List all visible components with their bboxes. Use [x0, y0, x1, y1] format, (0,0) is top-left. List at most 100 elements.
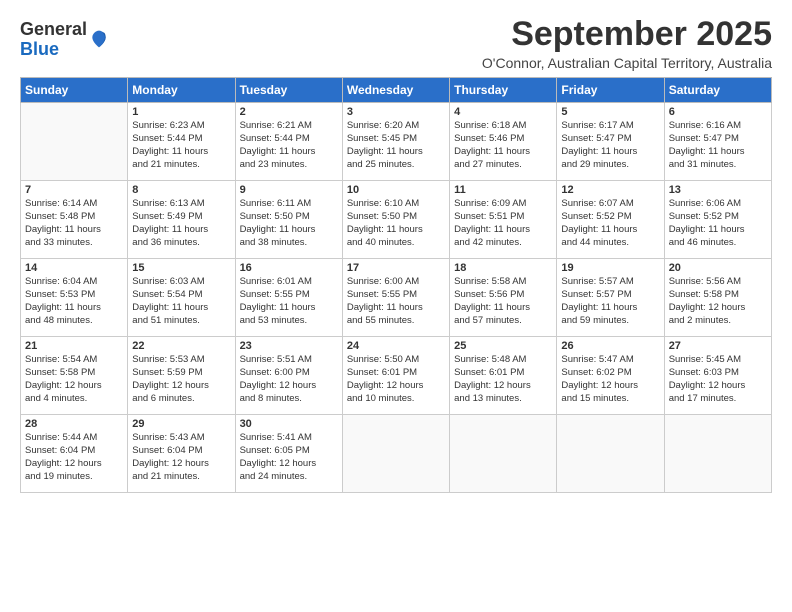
day-number: 23 — [240, 340, 338, 352]
day-number: 10 — [347, 184, 445, 196]
day-number: 17 — [347, 262, 445, 274]
cell-info: Sunrise: 5:53 AMSunset: 5:59 PMDaylight:… — [132, 354, 230, 405]
title-block: September 2025 O'Connor, Australian Capi… — [482, 16, 772, 71]
day-number: 30 — [240, 418, 338, 430]
day-number: 13 — [669, 184, 767, 196]
table-row: 13 Sunrise: 6:06 AMSunset: 5:52 PMDayligh… — [664, 181, 771, 259]
calendar: Sunday Monday Tuesday Wednesday Thursday… — [20, 77, 772, 493]
table-row: 19 Sunrise: 5:57 AMSunset: 5:57 PMDayligh… — [557, 259, 664, 337]
day-number: 20 — [669, 262, 767, 274]
table-row: 14 Sunrise: 6:04 AMSunset: 5:53 PMDayligh… — [21, 259, 128, 337]
day-number: 22 — [132, 340, 230, 352]
cell-info: Sunrise: 5:43 AMSunset: 6:04 PMDaylight:… — [132, 432, 230, 483]
table-row: 17Sunrise: 6:00 AMSunset: 5:55 PMDayligh… — [342, 259, 449, 337]
table-row: 10 Sunrise: 6:10 AMSunset: 5:50 PMDayligh… — [342, 181, 449, 259]
cell-info: Sunrise: 5:47 AMSunset: 6:02 PMDaylight:… — [561, 354, 659, 405]
table-row: 26Sunrise: 5:47 AMSunset: 6:02 PMDayligh… — [557, 337, 664, 415]
day-number: 4 — [454, 106, 552, 118]
cell-info: Sunrise: 6:11 AMSunset: 5:50 PMDaylight:… — [240, 198, 338, 249]
cell-info: Sunrise: 6:04 AMSunset: 5:53 PMDaylight:… — [25, 276, 123, 327]
cell-info: Sunrise: 5:58 AMSunset: 5:56 PMDaylight:… — [454, 276, 552, 327]
cell-info: Sunrise: 5:56 AMSunset: 5:58 PMDaylight:… — [669, 276, 767, 327]
table-row: 28Sunrise: 5:44 AMSunset: 6:04 PMDayligh… — [21, 415, 128, 493]
subtitle: O'Connor, Australian Capital Territory, … — [482, 55, 772, 71]
table-row: 15 Sunrise: 6:03 AMSunset: 5:54 PMDayligh… — [128, 259, 235, 337]
table-row — [21, 103, 128, 181]
table-row: 9 Sunrise: 6:11 AMSunset: 5:50 PMDaylight… — [235, 181, 342, 259]
col-thursday: Thursday — [450, 78, 557, 103]
table-row: 21Sunrise: 5:54 AMSunset: 5:58 PMDayligh… — [21, 337, 128, 415]
table-row: 25Sunrise: 5:48 AMSunset: 6:01 PMDayligh… — [450, 337, 557, 415]
col-sunday: Sunday — [21, 78, 128, 103]
table-row — [664, 415, 771, 493]
cell-info: Sunrise: 5:57 AMSunset: 5:57 PMDaylight:… — [561, 276, 659, 327]
day-number: 5 — [561, 106, 659, 118]
cell-info: Sunrise: 6:21 AMSunset: 5:44 PMDaylight:… — [240, 120, 338, 171]
cell-info: Sunrise: 6:10 AMSunset: 5:50 PMDaylight:… — [347, 198, 445, 249]
day-number: 11 — [454, 184, 552, 196]
cell-info: Sunrise: 6:23 AMSunset: 5:44 PMDaylight:… — [132, 120, 230, 171]
day-number: 19 — [561, 262, 659, 274]
day-number: 24 — [347, 340, 445, 352]
header: General Blue September 2025 O'Connor, Au… — [20, 16, 772, 71]
logo-icon — [89, 29, 109, 49]
logo-blue: Blue — [20, 39, 59, 59]
day-number: 25 — [454, 340, 552, 352]
logo-general: General — [20, 19, 87, 39]
calendar-week-row: 1 Sunrise: 6:23 AMSunset: 5:44 PMDaylight… — [21, 103, 772, 181]
table-row: 24Sunrise: 5:50 AMSunset: 6:01 PMDayligh… — [342, 337, 449, 415]
table-row: 18 Sunrise: 5:58 AMSunset: 5:56 PMDayligh… — [450, 259, 557, 337]
col-tuesday: Tuesday — [235, 78, 342, 103]
table-row: 16 Sunrise: 6:01 AMSunset: 5:55 PMDayligh… — [235, 259, 342, 337]
day-number: 18 — [454, 262, 552, 274]
cell-info: Sunrise: 6:03 AMSunset: 5:54 PMDaylight:… — [132, 276, 230, 327]
cell-info: Sunrise: 6:13 AMSunset: 5:49 PMDaylight:… — [132, 198, 230, 249]
cell-info: Sunrise: 6:09 AMSunset: 5:51 PMDaylight:… — [454, 198, 552, 249]
month-title: September 2025 — [482, 16, 772, 53]
table-row — [342, 415, 449, 493]
table-row: 4Sunrise: 6:18 AMSunset: 5:46 PMDaylight… — [450, 103, 557, 181]
page: General Blue September 2025 O'Connor, Au… — [0, 0, 792, 612]
col-friday: Friday — [557, 78, 664, 103]
day-number: 16 — [240, 262, 338, 274]
col-saturday: Saturday — [664, 78, 771, 103]
day-number: 6 — [669, 106, 767, 118]
day-number: 8 — [132, 184, 230, 196]
day-number: 29 — [132, 418, 230, 430]
day-number: 7 — [25, 184, 123, 196]
cell-info: Sunrise: 5:45 AMSunset: 6:03 PMDaylight:… — [669, 354, 767, 405]
table-row: 1 Sunrise: 6:23 AMSunset: 5:44 PMDaylight… — [128, 103, 235, 181]
table-row: 29 Sunrise: 5:43 AMSunset: 6:04 PMDayligh… — [128, 415, 235, 493]
cell-info: Sunrise: 6:20 AMSunset: 5:45 PMDaylight:… — [347, 120, 445, 171]
calendar-header-row: Sunday Monday Tuesday Wednesday Thursday… — [21, 78, 772, 103]
calendar-week-row: 7Sunrise: 6:14 AMSunset: 5:48 PMDaylight… — [21, 181, 772, 259]
table-row: 30 Sunrise: 5:41 AMSunset: 6:05 PMDayligh… — [235, 415, 342, 493]
table-row: 11 Sunrise: 6:09 AMSunset: 5:51 PMDayligh… — [450, 181, 557, 259]
calendar-week-row: 14 Sunrise: 6:04 AMSunset: 5:53 PMDayligh… — [21, 259, 772, 337]
table-row: 5Sunrise: 6:17 AMSunset: 5:47 PMDaylight… — [557, 103, 664, 181]
table-row: 23Sunrise: 5:51 AMSunset: 6:00 PMDayligh… — [235, 337, 342, 415]
day-number: 15 — [132, 262, 230, 274]
day-number: 9 — [240, 184, 338, 196]
col-monday: Monday — [128, 78, 235, 103]
day-number: 2 — [240, 106, 338, 118]
cell-info: Sunrise: 5:44 AMSunset: 6:04 PMDaylight:… — [25, 432, 123, 483]
cell-info: Sunrise: 6:06 AMSunset: 5:52 PMDaylight:… — [669, 198, 767, 249]
cell-info: Sunrise: 5:41 AMSunset: 6:05 PMDaylight:… — [240, 432, 338, 483]
logo-text: General Blue — [20, 20, 87, 60]
cell-info: Sunrise: 6:07 AMSunset: 5:52 PMDaylight:… — [561, 198, 659, 249]
day-number: 27 — [669, 340, 767, 352]
day-number: 14 — [25, 262, 123, 274]
table-row — [557, 415, 664, 493]
day-number: 21 — [25, 340, 123, 352]
calendar-week-row: 28Sunrise: 5:44 AMSunset: 6:04 PMDayligh… — [21, 415, 772, 493]
table-row: 6Sunrise: 6:16 AMSunset: 5:47 PMDaylight… — [664, 103, 771, 181]
table-row: 7Sunrise: 6:14 AMSunset: 5:48 PMDaylight… — [21, 181, 128, 259]
logo: General Blue — [20, 20, 109, 60]
day-number: 12 — [561, 184, 659, 196]
table-row: 20 Sunrise: 5:56 AMSunset: 5:58 PMDayligh… — [664, 259, 771, 337]
table-row: 27 Sunrise: 5:45 AMSunset: 6:03 PMDayligh… — [664, 337, 771, 415]
cell-info: Sunrise: 6:01 AMSunset: 5:55 PMDaylight:… — [240, 276, 338, 327]
day-number: 1 — [132, 106, 230, 118]
day-number: 3 — [347, 106, 445, 118]
